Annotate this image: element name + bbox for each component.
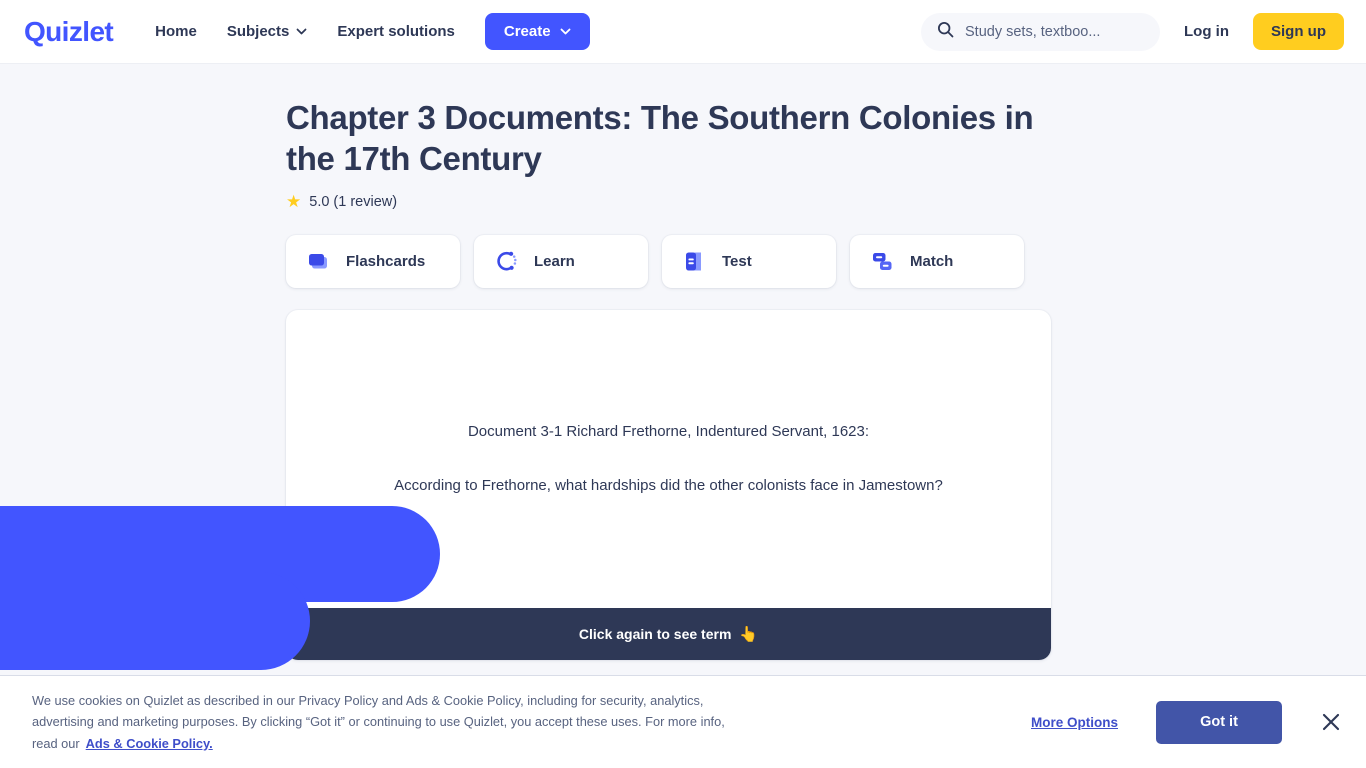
main-nav: Home Subjects Expert solutions Create: [141, 13, 590, 50]
flashcard-line-2: According to Frethorne, what hardships d…: [394, 477, 943, 495]
match-icon: [870, 249, 895, 274]
nav-item-label: Home: [155, 23, 197, 40]
header-right-actions: Log in Sign up: [921, 12, 1344, 51]
got-it-button[interactable]: Got it: [1156, 700, 1282, 744]
flashcards-icon: [306, 249, 331, 274]
rating-row: ★ 5.0 (1 review): [286, 193, 1051, 210]
chevron-down-icon: [560, 26, 571, 37]
mode-button-flashcards[interactable]: Flashcards: [286, 235, 460, 289]
cookie-banner-text: We use cookies on Quizlet as described i…: [32, 690, 732, 753]
mode-button-test[interactable]: Test: [662, 235, 836, 289]
decorative-blob-front: [0, 572, 310, 670]
mode-label: Match: [910, 253, 954, 271]
cookie-consent-banner: We use cookies on Quizlet as described i…: [0, 675, 1366, 768]
pointing-hand-icon: 👆: [739, 625, 759, 643]
quizlet-logo[interactable]: Quizlet: [24, 16, 114, 48]
cookie-banner-actions: More Options Got it: [1031, 700, 1342, 744]
search-icon: [937, 21, 954, 43]
learn-icon: [494, 249, 519, 274]
create-button-label: Create: [503, 23, 551, 40]
login-link[interactable]: Log in: [1178, 15, 1235, 48]
mode-button-learn[interactable]: Learn: [474, 235, 648, 289]
nav-item-label: Expert solutions: [337, 23, 455, 40]
flashcard[interactable]: Document 3-1 Richard Frethorne, Indentur…: [286, 310, 1051, 661]
mode-label: Test: [722, 253, 752, 271]
more-options-link[interactable]: More Options: [1031, 715, 1118, 730]
search-input[interactable]: [965, 23, 1144, 40]
flashcard-flip-bar[interactable]: Click again to see term 👆: [286, 608, 1051, 661]
flashcard-line-1: Document 3-1 Richard Frethorne, Indentur…: [467, 423, 870, 441]
site-header: Quizlet Home Subjects Expert solutions C…: [0, 0, 1366, 64]
close-icon[interactable]: [1320, 711, 1342, 733]
mode-label: Learn: [534, 253, 575, 271]
ads-cookie-policy-link[interactable]: Ads & Cookie Policy.: [86, 736, 213, 751]
study-modes: Flashcards Learn Test Match: [286, 235, 1051, 289]
page-title: Chapter 3 Documents: The Southern Coloni…: [286, 99, 1034, 177]
main-content: Chapter 3 Documents: The Southern Coloni…: [0, 64, 1366, 768]
rating-text: 5.0 (1 review): [309, 193, 398, 210]
mode-button-match[interactable]: Match: [850, 235, 1024, 289]
quizlet-set-page: Quizlet Home Subjects Expert solutions C…: [0, 0, 1366, 768]
mode-label: Flashcards: [346, 253, 426, 271]
nav-item-subjects[interactable]: Subjects: [213, 14, 322, 49]
star-icon: ★: [286, 192, 302, 212]
flashcard-flip-label: Click again to see term: [578, 626, 732, 643]
signup-button[interactable]: Sign up: [1253, 13, 1344, 50]
nav-item-label: Subjects: [226, 23, 290, 40]
create-button[interactable]: Create: [484, 13, 590, 50]
nav-item-expert-solutions[interactable]: Expert solutions: [323, 14, 469, 49]
test-icon: [682, 249, 707, 274]
search-box[interactable]: [921, 12, 1160, 51]
chevron-down-icon: [296, 26, 307, 37]
nav-item-home[interactable]: Home: [141, 14, 211, 49]
